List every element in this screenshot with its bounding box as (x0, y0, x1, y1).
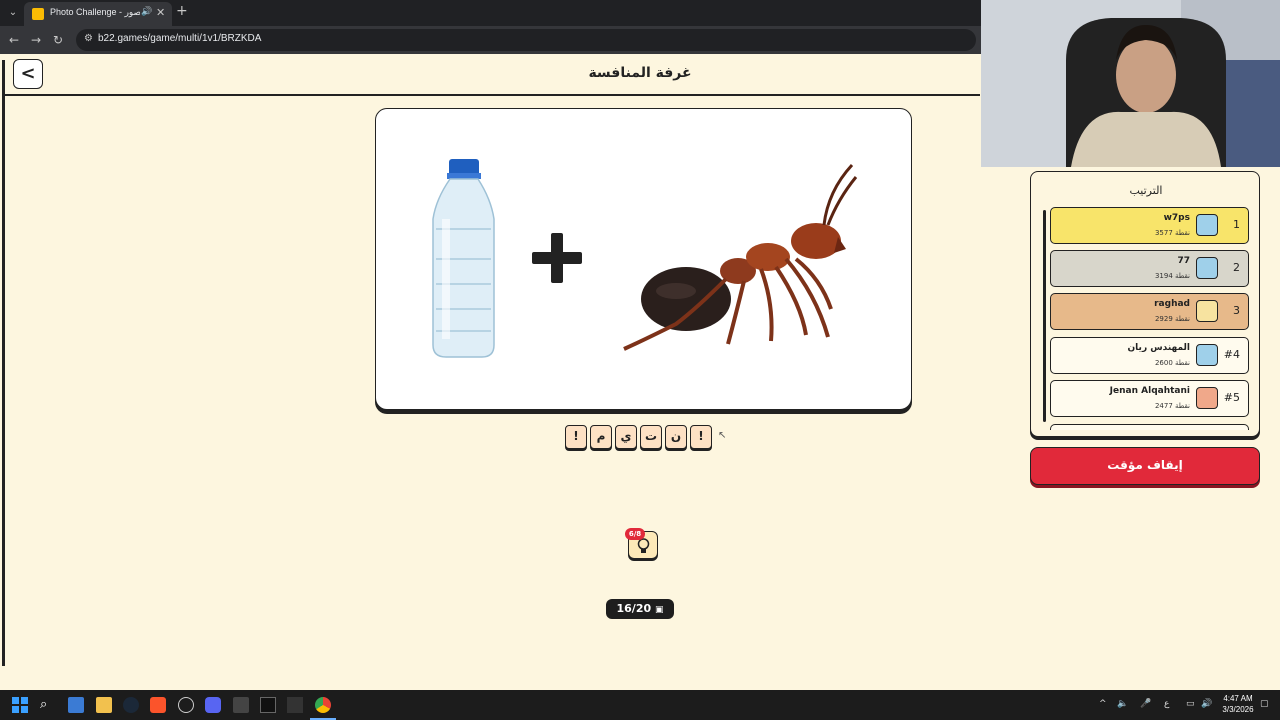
page-title: غرفة المنافسة (588, 65, 692, 81)
player-name: raghad (1154, 299, 1190, 309)
image-icon: ▣ (654, 605, 664, 615)
tab-close-icon[interactable]: ✕ (156, 6, 165, 19)
tab-favicon-icon (32, 8, 44, 20)
header-divider (4, 94, 980, 96)
player-name: w7ps (1163, 213, 1190, 223)
plus-icon (532, 233, 582, 283)
volume-icon[interactable]: 🔊 (1201, 699, 1212, 709)
tab-search-chevron-icon[interactable]: ⌄ (4, 4, 22, 22)
brave-icon[interactable] (150, 697, 166, 713)
hint-count-badge: 6/8 (625, 528, 645, 540)
player-avatar (1196, 257, 1218, 279)
app-icon[interactable] (287, 697, 303, 713)
address-bar[interactable]: ⚙ b22.games/game/multi/1v1/BRZKDA (76, 29, 976, 51)
leaderboard-row: #5 Jenan Alqahtani 2477 نقطة (1050, 380, 1249, 417)
ant-image (623, 163, 858, 351)
puzzle-image-card (375, 108, 912, 410)
player-avatar (1196, 214, 1218, 236)
back-arrow-icon[interactable]: ← (5, 31, 23, 49)
new-tab-button[interactable]: + (176, 3, 188, 19)
webcam-overlay (981, 0, 1280, 167)
url-text: b22.games/game/multi/1v1/BRZKDA (98, 33, 262, 44)
progress-text: 16/20 (616, 602, 652, 615)
browser-tab[interactable]: Photo Challenge - ي الصور 🔊 ✕ (24, 2, 172, 26)
clock[interactable]: 4:47 AM 3/3/2026 (1220, 693, 1256, 715)
microphone-icon[interactable]: 🎤 (1140, 699, 1151, 709)
player-avatar (1196, 387, 1218, 409)
discord-icon[interactable] (205, 697, 221, 713)
reload-icon[interactable]: ↻ (49, 31, 67, 49)
pause-button[interactable]: إيقاف مؤقت (1030, 447, 1260, 485)
letter-tile[interactable]: م (590, 425, 612, 449)
speaker-icon[interactable]: 🔈 (1117, 699, 1128, 709)
player-name: المهندس ريان (1127, 343, 1191, 353)
letter-tile[interactable]: ن (665, 425, 687, 449)
letter-tile[interactable]: ! (565, 425, 587, 449)
leaderboard-panel: الترتيب 1 w7ps 3577 نقطة 2 77 3194 نقطة … (1030, 171, 1260, 437)
tray-chevron-icon[interactable]: ^ (1099, 699, 1107, 709)
back-button[interactable]: < (13, 59, 43, 89)
rank-label: #5 (1223, 391, 1240, 404)
water-bottle-image (432, 159, 495, 358)
clock-time: 4:47 AM (1223, 694, 1253, 703)
leaderboard-row: #4 المهندس ريان 2600 نقطة (1050, 337, 1249, 374)
tab-title: Photo Challenge - ي الصور (50, 7, 140, 17)
player-avatar (1196, 300, 1218, 322)
player-score: 3577 نقطة (1154, 229, 1190, 237)
rank-label: #4 (1223, 348, 1240, 361)
webcam-feed-image (981, 0, 1280, 167)
keyboard-language[interactable]: ع (1164, 699, 1169, 709)
chrome-icon[interactable] (315, 697, 331, 713)
rank-label: 2 (1233, 261, 1240, 274)
windows-start-icon[interactable] (12, 697, 28, 713)
notification-icon[interactable]: ▢ (1260, 699, 1269, 709)
left-border (2, 60, 5, 666)
player-score: 2929 نقطة (1154, 315, 1190, 323)
mouse-cursor-icon: ↖ (718, 430, 727, 441)
windows-taskbar: ⌕ ^ 🔈 🎤 ع ▭ 🔊 4:47 AM 3/3/2026 ▢ (0, 690, 1280, 720)
puzzle-illustration (432, 159, 858, 358)
clock-date: 3/3/2026 (1222, 705, 1254, 714)
gallery-icon[interactable] (68, 697, 84, 713)
leaderboard-row: 2 77 3194 نقطة (1050, 250, 1249, 287)
leaderboard-scrollbar[interactable] (1043, 210, 1046, 422)
letter-tile[interactable]: ي (615, 425, 637, 449)
letter-tile[interactable]: ! (690, 425, 712, 449)
player-name: Jenan Alqahtani (1109, 386, 1190, 396)
forward-arrow-icon[interactable]: → (27, 31, 45, 49)
player-name: 77 (1177, 256, 1190, 266)
leaderboard-row: 1 w7ps 3577 نقطة (1050, 207, 1249, 244)
question-progress: 16/20 ▣ (606, 599, 674, 619)
search-icon[interactable]: ⌕ (40, 697, 56, 713)
letter-tile[interactable]: ت (640, 425, 662, 449)
network-icon[interactable]: ▭ (1186, 699, 1195, 709)
steam-icon[interactable] (123, 697, 139, 713)
rank-label: 3 (1233, 304, 1240, 317)
app-icon[interactable] (260, 697, 276, 713)
tab-audio-icon[interactable]: 🔊 (141, 7, 152, 17)
player-score: 2477 نقطة (1154, 402, 1190, 410)
leaderboard-title: الترتيب (1129, 184, 1163, 197)
app-icon[interactable] (178, 697, 194, 713)
rank-label: 1 (1233, 218, 1240, 231)
player-score: 3194 نقطة (1154, 272, 1190, 280)
file-explorer-icon[interactable] (96, 697, 112, 713)
leaderboard-row-partial (1050, 424, 1249, 430)
player-avatar (1196, 344, 1218, 366)
leaderboard-row: 3 raghad 2929 نقطة (1050, 293, 1249, 330)
app-icon[interactable] (233, 697, 249, 713)
player-score: 2600 نقطة (1154, 359, 1190, 367)
site-info-icon[interactable]: ⚙ (84, 33, 93, 44)
